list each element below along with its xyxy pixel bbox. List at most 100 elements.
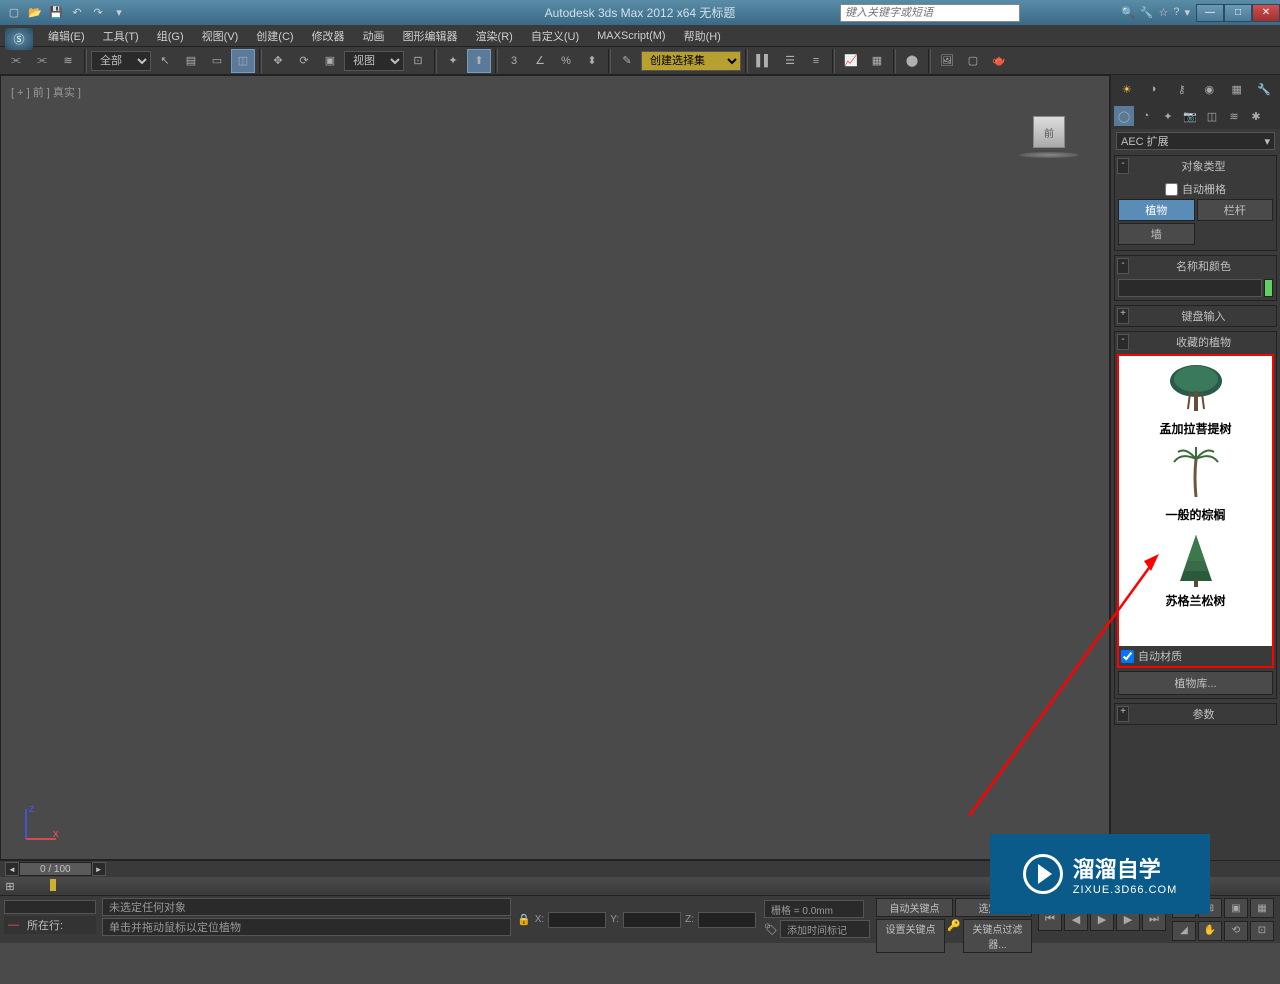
selection-filter-combo[interactable]: 全部 [91, 51, 151, 71]
subtab-systems-icon[interactable]: ✱ [1246, 106, 1266, 126]
render-frame-icon[interactable]: ▢ [961, 49, 985, 73]
help-icon[interactable]: ? [1173, 6, 1179, 19]
curve-editor-icon[interactable]: 📈 [839, 49, 863, 73]
trackbar-toggle-icon[interactable]: ⊞ [0, 880, 20, 893]
rollout-header-object-type[interactable]: -对象类型 [1115, 156, 1276, 176]
time-tag-icon[interactable]: 🏷 [764, 923, 778, 936]
menu-customize[interactable]: 自定义(U) [523, 26, 587, 46]
tab-modify-icon[interactable]: ◗ [1143, 78, 1165, 100]
align-icon[interactable]: ☰ [778, 49, 802, 73]
angle-snap-icon[interactable]: ∠ [528, 49, 552, 73]
key-icon-small[interactable]: 🔑 [947, 919, 961, 953]
schematic-icon[interactable]: ▦ [865, 49, 889, 73]
rollout-header-fav-plants[interactable]: -收藏的植物 [1115, 332, 1276, 352]
track-marker[interactable] [50, 879, 56, 891]
save-icon[interactable]: 💾 [47, 4, 65, 22]
slider-prev-icon[interactable]: ◄ [5, 862, 19, 876]
viewcube-face[interactable]: 前 [1033, 116, 1065, 148]
search-icon[interactable]: 🔍 [1121, 6, 1135, 19]
select-region-icon[interactable]: ▭ [205, 49, 229, 73]
object-color-swatch[interactable] [1264, 279, 1273, 297]
close-button[interactable]: ✕ [1252, 4, 1280, 22]
menu-maxscript[interactable]: MAXScript(M) [589, 28, 673, 44]
menu-edit[interactable]: 编辑(E) [40, 26, 93, 46]
redo-icon[interactable]: ↷ [89, 4, 107, 22]
x-field[interactable] [548, 912, 606, 928]
select-manipulate-icon[interactable]: ✦ [441, 49, 465, 73]
rollout-header-keyboard[interactable]: +键盘输入 [1115, 306, 1276, 326]
plant-library-button[interactable]: 植物库... [1118, 671, 1273, 695]
viewport-label[interactable]: [ + ] 前 ] 真实 ] [11, 84, 81, 100]
application-button[interactable]: Ⓢ [5, 28, 33, 50]
menu-create[interactable]: 创建(C) [248, 26, 301, 46]
viewcube-compass[interactable] [1019, 152, 1079, 158]
tab-hierarchy-icon[interactable]: ⚷ [1171, 78, 1193, 100]
autokey-button[interactable]: 自动关键点 [876, 898, 953, 917]
plant-item-pine[interactable]: 苏格兰松树 [1124, 533, 1267, 609]
key-icon[interactable]: 🔧 [1140, 6, 1154, 19]
menu-animation[interactable]: 动画 [355, 26, 393, 46]
zoom-extents-icon[interactable]: ▣ [1224, 898, 1248, 918]
auto-material-checkbox[interactable] [1121, 650, 1134, 663]
snap-3d-icon[interactable]: 3 [502, 49, 526, 73]
tab-utilities-icon[interactable]: 🔧 [1253, 78, 1275, 100]
rollout-header-name-color[interactable]: -名称和颜色 [1115, 256, 1276, 276]
dropdown-icon[interactable]: ▾ [1184, 6, 1190, 19]
new-icon[interactable]: ▢ [5, 4, 23, 22]
max-toggle-icon[interactable]: ⊡ [1250, 921, 1274, 941]
time-slider-thumb[interactable]: 0 / 100 [19, 862, 92, 876]
named-selection-combo[interactable]: 创建选择集 [641, 51, 741, 71]
star-icon[interactable]: ☆ [1158, 6, 1168, 19]
menu-group[interactable]: 组(G) [149, 26, 192, 46]
select-link-icon[interactable]: ⫘ [4, 49, 28, 73]
tab-motion-icon[interactable]: ◉ [1198, 78, 1220, 100]
render-icon[interactable]: 🫖 [987, 49, 1011, 73]
help-search-input[interactable] [840, 4, 1020, 22]
maximize-button[interactable]: □ [1224, 4, 1252, 22]
menu-modifiers[interactable]: 修改器 [304, 26, 353, 46]
plant-list[interactable]: 孟加拉菩提树 一般的棕榈 苏格兰松树 [1119, 356, 1272, 646]
viewcube[interactable]: 前 [1019, 116, 1079, 158]
btn-plant[interactable]: 植物 [1118, 199, 1195, 221]
category-dropdown[interactable]: AEC 扩展▾ [1116, 132, 1275, 150]
btn-railing[interactable]: 栏杆 [1197, 199, 1274, 221]
unlink-icon[interactable]: ⫘ [30, 49, 54, 73]
percent-snap-icon[interactable]: % [554, 49, 578, 73]
render-setup-icon[interactable]: 🖼 [935, 49, 959, 73]
layer-icon[interactable]: ≡ [804, 49, 828, 73]
menu-rendering[interactable]: 渲染(R) [468, 26, 521, 46]
edit-named-sel-icon[interactable]: ✎ [615, 49, 639, 73]
window-crossing-icon[interactable]: ◫ [231, 49, 255, 73]
pivot-icon[interactable]: ⊡ [406, 49, 430, 73]
menu-tools[interactable]: 工具(T) [95, 26, 147, 46]
keyfilter-button[interactable]: 关键点过滤器... [963, 919, 1032, 953]
minimize-button[interactable]: — [1196, 4, 1224, 22]
subtab-helpers-icon[interactable]: ◫ [1202, 106, 1222, 126]
setkey-button[interactable]: 设置关键点 [876, 919, 945, 953]
rotate-icon[interactable]: ⟳ [292, 49, 316, 73]
orbit-icon[interactable]: ⟲ [1224, 921, 1248, 941]
scale-icon[interactable]: ▣ [318, 49, 342, 73]
zoom-extents-all-icon[interactable]: ▦ [1250, 898, 1274, 918]
tab-create-icon[interactable]: ☀ [1116, 78, 1138, 100]
slider-next-icon[interactable]: ► [92, 862, 106, 876]
mirror-icon[interactable]: ▌▌ [752, 49, 776, 73]
plant-item-banyan[interactable]: 孟加拉菩提树 [1124, 361, 1267, 437]
lock-icon[interactable]: 🔒 [517, 913, 531, 926]
plant-item-palm[interactable]: 一般的棕榈 [1124, 447, 1267, 523]
menu-help[interactable]: 帮助(H) [676, 26, 729, 46]
subtab-lights-icon[interactable]: ✦ [1158, 106, 1178, 126]
viewport-front[interactable]: [ + ] 前 ] 真实 ] 前 z x [0, 75, 1110, 860]
bind-spacewarp-icon[interactable]: ≋ [56, 49, 80, 73]
select-name-icon[interactable]: ▤ [179, 49, 203, 73]
subtab-cameras-icon[interactable]: 📷 [1180, 106, 1200, 126]
script-row[interactable]: —所在行: [4, 916, 96, 934]
time-tag-field[interactable]: 添加时间标记 [780, 920, 870, 938]
autogrid-checkbox[interactable] [1165, 183, 1178, 196]
move-icon[interactable]: ✥ [266, 49, 290, 73]
keyboard-shortcut-icon[interactable]: ⬆ [467, 49, 491, 73]
menu-grapheditors[interactable]: 图形编辑器 [395, 26, 466, 46]
macro-recorder[interactable] [4, 900, 96, 914]
menu-views[interactable]: 视图(V) [194, 26, 247, 46]
z-field[interactable] [698, 912, 756, 928]
